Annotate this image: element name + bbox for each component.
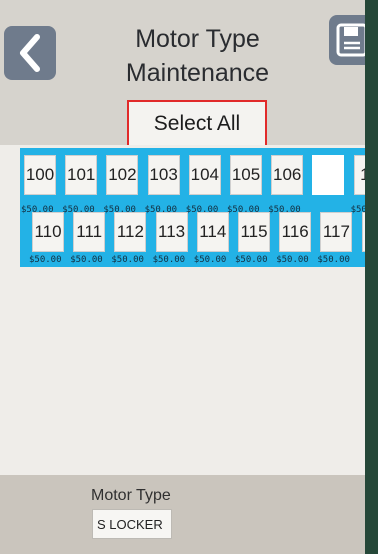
slot-cell[interactable]: 103 [147,155,180,195]
device-bezel [365,0,378,554]
slot-cell[interactable]: 101 [65,155,98,195]
slot-cell[interactable]: 117 [320,212,353,252]
select-all-button[interactable]: Select All [127,100,267,148]
slot-price: $50.00 [152,255,186,265]
motor-type-field[interactable]: S LOCKER [92,509,172,539]
slot-cell[interactable]: 115 [238,212,270,252]
back-button[interactable] [4,26,56,80]
slot-cell[interactable]: 110 [32,212,64,252]
header: Motor Type Maintenance Select All [0,0,365,150]
slot-cell[interactable]: 113 [155,212,188,252]
slot-cell[interactable]: 100 [24,155,56,195]
footer [0,475,365,554]
slot-cell[interactable]: 111 [73,212,106,252]
slot-cell[interactable] [312,155,345,195]
chevron-left-icon [20,34,40,72]
slot-price: $50.00 [193,255,227,265]
slot-price: $50.00 [29,255,62,265]
floppy-disk-icon [336,23,365,57]
slot-price: $50.00 [235,255,268,265]
slot-cell[interactable]: 105 [230,155,262,195]
slot-cell[interactable]: 104 [188,155,221,195]
slot-cell[interactable]: 10 [353,155,365,195]
motor-type-label: Motor Type [91,487,171,504]
device-screen: Motor Type Maintenance Select All 100 $50… [0,0,365,554]
slot-price: $50.00 [111,255,144,265]
slot-cell[interactable]: 112 [114,212,147,252]
slot-price: $50.00 [317,255,350,265]
slot-grid: 100 $50.00 101 $50.00 102 $50.00 103 $50.00 104 $… [0,145,365,475]
slot-price: $50.00 [70,255,103,265]
slot-cell[interactable]: 106 [271,155,304,195]
page-title: Motor Type Maintenance [125,25,270,87]
save-button[interactable] [329,15,365,65]
slot-cell[interactable]: 102 [106,155,139,195]
slot-price: $50.00 [276,255,309,265]
slot-cell[interactable]: 114 [196,212,229,252]
slot-cell[interactable]: 116 [279,212,312,252]
